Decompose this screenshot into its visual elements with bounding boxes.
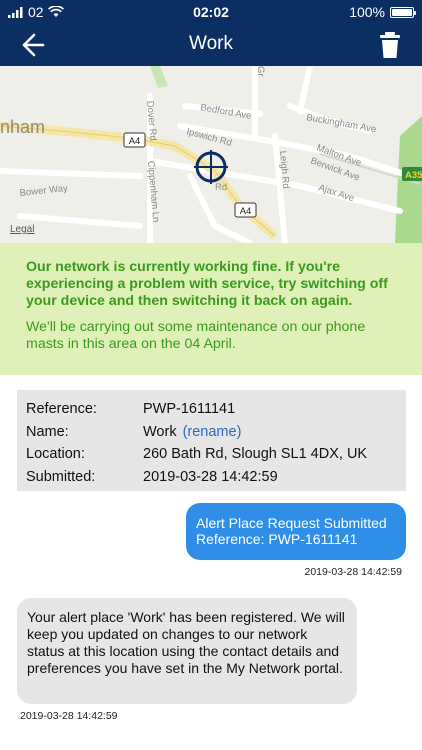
incoming-message-timestamp: 2019-03-28 14:42:59 — [20, 710, 118, 722]
outgoing-message-bubble: Alert Place Request Submitted Reference:… — [186, 503, 406, 560]
notice-maintenance-text: We'll be carrying out some maintenance o… — [26, 319, 366, 352]
details-row-location: Location: 260 Bath Rd, Slough SL1 4DX, U… — [26, 443, 397, 466]
map-label-town: nham — [0, 117, 45, 137]
page-title: Work — [189, 33, 233, 54]
name-value: Work — [143, 423, 177, 440]
reference-value: PWP-1611141 — [143, 401, 236, 418]
map-legal-link[interactable]: Legal — [10, 224, 34, 235]
outgoing-message-line2: Reference: PWP-1611141 — [196, 531, 358, 547]
name-label: Name: — [26, 423, 69, 440]
details-row-submitted: Submitted: 2019-03-28 14:42:59 — [26, 466, 397, 489]
svg-text:A4: A4 — [240, 206, 252, 217]
road-badge-a4-left: A4 — [123, 132, 146, 148]
road-badge-a4-right: A4 — [234, 202, 257, 218]
details-row-name: Name: Work (rename) — [26, 421, 397, 444]
outgoing-message-line1: Alert Place Request Submitted — [196, 515, 387, 531]
alert-place-details: Reference: PWP-1611141 Name: Work (renam… — [17, 390, 406, 491]
reference-label: Reference: — [26, 401, 97, 418]
map-label-gr: Gr — [255, 66, 266, 77]
notice-status-text: Our network is currently working fine. I… — [26, 259, 388, 309]
map-view[interactable]: nham Bedford Ave Buckingham Ave Dover Rd… — [0, 66, 422, 243]
submitted-value: 2019-03-28 14:42:59 — [143, 468, 278, 485]
status-bar: 02 02:02 100% — [0, 0, 422, 24]
battery-level — [392, 8, 412, 16]
network-notice: Our network is currently working fine. I… — [0, 243, 422, 375]
svg-text:A35: A35 — [405, 170, 422, 181]
trash-icon[interactable] — [376, 30, 404, 60]
outgoing-message-timestamp: 2019-03-28 14:42:59 — [304, 566, 403, 578]
map-canvas[interactable]: nham Bedford Ave Buckingham Ave Dover Rd… — [0, 66, 422, 243]
road-badge-a355: A35 — [402, 167, 422, 181]
incoming-message-text: Your alert place 'Work' has been registe… — [27, 609, 345, 676]
nav-bar: Work — [0, 24, 422, 66]
details-row-reference: Reference: PWP-1611141 — [26, 398, 397, 421]
svg-text:A4: A4 — [129, 136, 141, 147]
location-value: 260 Bath Rd, Slough SL1 4DX, UK — [143, 446, 368, 463]
status-right: 100% — [349, 4, 416, 20]
battery-percent: 100% — [349, 4, 385, 20]
rename-link[interactable]: (rename) — [183, 424, 242, 440]
map-label-rd: Rd — [215, 182, 227, 193]
incoming-message-bubble: Your alert place 'Work' has been registe… — [17, 598, 357, 704]
submitted-label: Submitted: — [26, 468, 96, 485]
location-label: Location: — [26, 446, 85, 463]
battery-icon — [390, 6, 416, 18]
